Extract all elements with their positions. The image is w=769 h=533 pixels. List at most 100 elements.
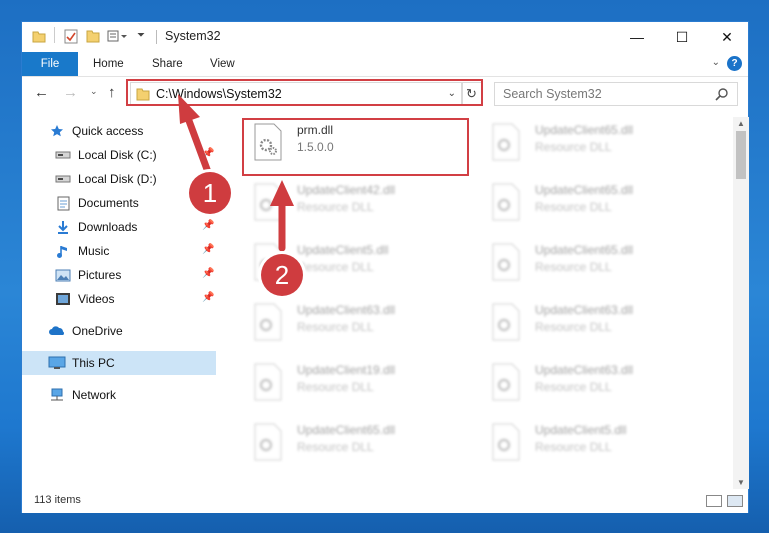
- file-type: Resource DLL: [535, 320, 612, 334]
- pin-icon[interactable]: 📌: [202, 220, 214, 231]
- forward-button[interactable]: →: [63, 84, 78, 101]
- close-button[interactable]: ✕: [704, 22, 750, 52]
- file-name: UpdateClient42.dll: [297, 183, 396, 197]
- file-item[interactable]: UpdateClient19.dll Resource DLL: [247, 357, 467, 409]
- network-icon: [48, 386, 66, 404]
- large-icons-view-icon[interactable]: [727, 495, 743, 507]
- address-highlight-box: [126, 79, 483, 106]
- vertical-scrollbar[interactable]: ▲ ▼: [733, 117, 749, 489]
- sidebar-item-label: Quick access: [72, 124, 144, 138]
- sidebar-item-pictures[interactable]: Pictures: [54, 264, 121, 286]
- file-item[interactable]: UpdateClient63.dll Resource DLL: [485, 357, 705, 409]
- sidebar-item-label: Local Disk (C:): [78, 148, 157, 162]
- file-item[interactable]: UpdateClient63.dll Resource DLL: [247, 297, 467, 349]
- file-type: Resource DLL: [297, 320, 374, 334]
- sidebar-item-label: Documents: [78, 196, 139, 210]
- sidebar-item-label: Local Disk (D:): [78, 172, 157, 186]
- dll-file-icon: [492, 183, 520, 221]
- minimize-button[interactable]: —: [614, 22, 660, 52]
- pin-icon[interactable]: 📌: [202, 244, 214, 255]
- sidebar-item-label: Videos: [78, 292, 115, 306]
- file-item[interactable]: UpdateClient65.dll Resource DLL: [485, 117, 705, 169]
- file-name: UpdateClient65.dll: [297, 423, 396, 437]
- file-item[interactable]: UpdateClient42.dll Resource DLL: [247, 177, 467, 229]
- step-1-badge: 1: [189, 172, 231, 214]
- file-type: Resource DLL: [535, 380, 612, 394]
- sidebar-item-label: Music: [78, 244, 110, 258]
- sidebar-item-this-pc[interactable]: This PC: [48, 352, 115, 374]
- dll-file-icon: [254, 303, 282, 341]
- file-highlight-box: [242, 118, 469, 176]
- scroll-thumb[interactable]: [736, 131, 746, 179]
- cloud-icon: [48, 322, 66, 340]
- file-item[interactable]: UpdateClient65.dll Resource DLL: [485, 237, 705, 289]
- file-name: UpdateClient19.dll: [297, 363, 396, 377]
- pin-icon[interactable]: 📌: [202, 292, 214, 303]
- star-icon: [48, 122, 66, 140]
- sidebar-item-label: Downloads: [78, 220, 138, 234]
- file-type: Resource DLL: [297, 380, 374, 394]
- file-type: Resource DLL: [297, 200, 374, 214]
- title-separator: [156, 30, 157, 44]
- file-explorer-window: ⏷ System32 — ☐ ✕ File Home Share View ⌄ …: [21, 21, 749, 513]
- music-icon: [54, 242, 72, 260]
- file-name: UpdateClient5.dll: [535, 423, 627, 437]
- sidebar-item-label: Network: [72, 388, 117, 402]
- sidebar-item-network[interactable]: Network: [48, 384, 116, 406]
- separator: [54, 27, 55, 43]
- sidebar-item-videos[interactable]: Videos: [54, 288, 114, 310]
- ribbon: File Home Share View ⌄ ?: [22, 52, 748, 76]
- chevron-down-icon[interactable]: ⏷: [137, 30, 145, 41]
- pin-icon[interactable]: 📌: [202, 268, 214, 279]
- download-icon: [54, 218, 72, 236]
- dll-file-icon: [492, 303, 520, 341]
- file-type: Resource DLL: [535, 260, 612, 274]
- sidebar-item-local-disk-d[interactable]: Local Disk (D:): [54, 168, 157, 190]
- folder-icon: [32, 29, 46, 48]
- item-count: 113 items: [34, 494, 81, 506]
- file-item[interactable]: UpdateClient65.dll Resource DLL: [247, 417, 467, 469]
- tab-home[interactable]: Home: [93, 52, 124, 76]
- scroll-down-icon[interactable]: ▼: [737, 478, 745, 487]
- sidebar-item-quick-access[interactable]: Quick access: [48, 120, 143, 142]
- sidebar-item-label: Pictures: [78, 268, 122, 282]
- tab-share[interactable]: Share: [152, 52, 183, 76]
- customize-toolbar-icon[interactable]: [107, 29, 129, 48]
- file-name: UpdateClient63.dll: [535, 363, 634, 377]
- file-name: UpdateClient65.dll: [535, 243, 634, 257]
- sidebar-item-music[interactable]: Music: [54, 240, 109, 262]
- back-button[interactable]: ←: [34, 84, 49, 101]
- expand-ribbon-icon[interactable]: ⌄: [712, 57, 720, 68]
- file-name: UpdateClient63.dll: [297, 303, 396, 317]
- status-bar: 113 items: [22, 489, 748, 513]
- dll-file-icon: [492, 243, 520, 281]
- monitor-icon: [48, 354, 66, 372]
- file-item[interactable]: UpdateClient5.dll Resource DLL: [485, 417, 705, 469]
- sidebar-item-downloads[interactable]: Downloads: [54, 216, 137, 238]
- file-item[interactable]: UpdateClient65.dll Resource DLL: [485, 177, 705, 229]
- file-type: Resource DLL: [297, 260, 374, 274]
- up-button[interactable]: ↑: [108, 84, 116, 101]
- dll-file-icon: [254, 363, 282, 401]
- maximize-button[interactable]: ☐: [659, 22, 705, 52]
- help-icon[interactable]: ?: [727, 56, 742, 71]
- search-icon: [715, 87, 729, 106]
- search-placeholder: Search System32: [503, 87, 602, 101]
- dll-file-icon: [492, 363, 520, 401]
- properties-icon[interactable]: [64, 29, 78, 49]
- dll-file-icon: [492, 123, 520, 161]
- tab-file[interactable]: File: [22, 52, 78, 76]
- file-item[interactable]: UpdateClient63.dll Resource DLL: [485, 297, 705, 349]
- dll-file-icon: [492, 423, 520, 461]
- scroll-up-icon[interactable]: ▲: [737, 119, 745, 128]
- search-input[interactable]: Search System32: [494, 82, 738, 106]
- details-view-icon[interactable]: [706, 495, 722, 507]
- sidebar-item-documents[interactable]: Documents: [54, 192, 139, 214]
- videos-icon: [54, 290, 72, 308]
- recent-locations-icon[interactable]: ⌄: [90, 86, 98, 97]
- tab-view[interactable]: View: [210, 52, 235, 76]
- pin-icon[interactable]: 📌: [202, 148, 214, 159]
- sidebar-item-onedrive[interactable]: OneDrive: [48, 320, 123, 342]
- sidebar-item-local-disk-c[interactable]: Local Disk (C:): [54, 144, 157, 166]
- new-folder-icon[interactable]: [86, 29, 100, 48]
